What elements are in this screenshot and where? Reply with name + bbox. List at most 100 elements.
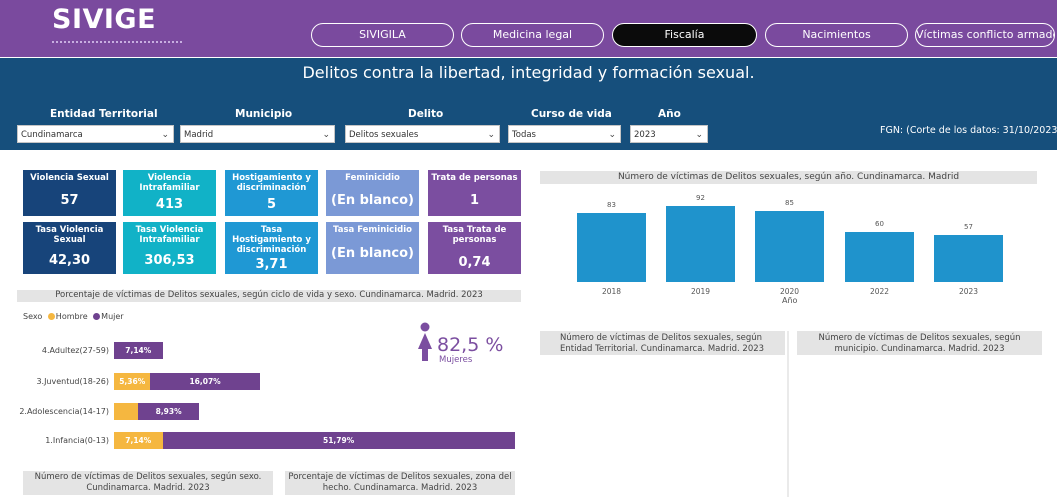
legend-hombre[interactable]: Hombre (56, 312, 88, 321)
year-category-label: 2022 (869, 287, 890, 296)
sexo-chart-title: Número de víctimas de Delitos sexuales, … (23, 471, 273, 495)
chevron-down-icon: ⌄ (487, 130, 495, 140)
year-bar-value-label: 57 (964, 222, 973, 231)
category-label: 1.Infancia(0-13) (45, 436, 109, 445)
filter-label-delito: Delito (408, 108, 444, 120)
kpi-tasa-trata-de-personas: Tasa Trata de personas 0,74 (428, 222, 521, 274)
bar-mujer[interactable]: 7,14% (114, 342, 163, 359)
logo: SIVIGE (52, 4, 157, 35)
kpi-label: Violencia Sexual (30, 173, 109, 183)
women-label: Mujeres (439, 355, 473, 365)
bar-mujer[interactable]: 16,07% (150, 373, 260, 390)
stacked-chart-title: Porcentaje de víctimas de Delitos sexual… (17, 290, 521, 302)
kpi-trata-de-personas: Trata de personas 1 (428, 170, 521, 216)
zona-chart-title: Porcentaje de víctimas de Delitos sexual… (285, 471, 515, 495)
logo-underline (52, 41, 182, 44)
kpi-label: Hostigamiento y discriminación (232, 173, 311, 193)
category-label: 2.Adolescencia(14-17) (19, 407, 109, 416)
women-percentage: 82,5 % (437, 334, 504, 356)
bar-mujer[interactable]: 8,93% (138, 403, 199, 420)
entidad-chart-title: Número de víctimas de Delitos sexuales, … (540, 331, 785, 355)
filter-label-municipio: Municipio (235, 108, 293, 120)
legend-hombre-swatch (47, 313, 55, 320)
category-label: 3.Juventud(18-26) (36, 377, 109, 386)
filter-label-entidad: Entidad Territorial (50, 108, 158, 120)
stacked-chart-legend: Sexo Hombre Mujer (23, 312, 124, 321)
kpi-tasa-violencia-intrafamiliar: Tasa Violencia Intrafamiliar 306,53 (123, 222, 216, 274)
kpi-value: 57 (60, 193, 79, 208)
year-category-label: 2019 (690, 287, 711, 296)
kpi-label: Feminicidio (345, 173, 400, 183)
year-bar-value-label: 60 (875, 220, 884, 229)
kpi-hostigamiento: Hostigamiento y discriminación 5 (225, 170, 318, 216)
kpi-label: Tasa Trata de personas (442, 225, 507, 245)
legend-mujer[interactable]: Mujer (101, 312, 123, 321)
kpi-violencia-sexual: Violencia Sexual 57 (23, 170, 116, 216)
filter-label-curso: Curso de vida (531, 108, 612, 120)
kpi-value: (En blanco) (331, 193, 414, 208)
kpi-value: 3,71 (255, 257, 288, 272)
bar-hombre[interactable] (114, 403, 139, 420)
year-chart-title: Número de víctimas de Delitos sexuales, … (540, 171, 1037, 184)
report-title: Delitos contra la libertad, integridad y… (302, 63, 755, 82)
tab-nacimientos[interactable]: Nacimientos (765, 23, 908, 47)
anio-select-value: 2023 (634, 130, 656, 140)
year-bar[interactable] (934, 234, 1003, 282)
tab-fiscalia[interactable]: Fiscalía (612, 23, 757, 47)
kpi-tasa-feminicidio: Tasa Feminicidio (En blanco) (326, 222, 419, 274)
tab-sivigila[interactable]: SIVIGILA (311, 23, 454, 47)
year-category-label: 2018 (601, 287, 622, 296)
kpi-value: 306,53 (144, 253, 195, 268)
municipio-select-value: Madrid (184, 130, 214, 140)
chevron-down-icon: ⌄ (608, 130, 616, 140)
tab-medicina-legal[interactable]: Medicina legal (461, 23, 604, 47)
year-bar[interactable] (755, 211, 824, 282)
kpi-label: Tasa Violencia Intrafamiliar (135, 225, 204, 245)
year-bar-value-label: 83 (607, 201, 616, 210)
entidad-select[interactable]: Cundinamarca ⌄ (17, 125, 174, 143)
dashboard: SIVIGE SIVIGILA Medicina legal Fiscalía … (0, 0, 1057, 497)
category-label: 4.Adultez(27-59) (41, 346, 109, 355)
year-bar[interactable] (845, 232, 914, 282)
kpi-value: 0,74 (458, 255, 491, 270)
curso-select-value: Todas (512, 130, 536, 140)
tab-victimas-conflicto-armado[interactable]: Víctimas conflicto armado (915, 23, 1055, 47)
kpi-value: 1 (469, 193, 480, 208)
top-bar: SIVIGE SIVIGILA Medicina legal Fiscalía … (0, 0, 1057, 57)
kpi-tasa-violencia-sexual: Tasa Violencia Sexual 42,30 (23, 222, 116, 274)
year-chart-x-axis-label: Año (782, 296, 798, 305)
year-bar-value-label: 85 (785, 199, 794, 208)
municipio-select[interactable]: Madrid ⌄ (180, 125, 335, 143)
chevron-down-icon: ⌄ (161, 130, 169, 140)
municipio-chart-title: Número de víctimas de Delitos sexuales, … (797, 331, 1042, 355)
kpi-label: Tasa Violencia Sexual (35, 225, 104, 245)
delito-select[interactable]: Delitos sexuales ⌄ (345, 125, 500, 143)
kpi-violencia-intrafamiliar: Violencia Intrafamiliar 413 (123, 170, 216, 216)
legend-mujer-swatch (93, 313, 101, 320)
year-bar[interactable] (577, 213, 646, 282)
kpi-feminicidio: Feminicidio (En blanco) (326, 170, 419, 216)
entidad-select-value: Cundinamarca (21, 130, 83, 140)
curso-select[interactable]: Todas ⌄ (508, 125, 621, 143)
year-bar-value-label: 92 (696, 193, 705, 202)
bar-mujer[interactable]: 51,79% (162, 432, 515, 449)
year-category-label: 2023 (958, 287, 979, 296)
bar-hombre[interactable]: 7,14% (114, 432, 163, 449)
anio-select[interactable]: 2023 ⌄ (630, 125, 708, 143)
panel-divider (787, 331, 789, 497)
kpi-label: Violencia Intrafamiliar (139, 173, 200, 193)
female-person-icon (418, 322, 432, 361)
kpi-label: Tasa Feminicidio (333, 225, 412, 235)
kpi-tasa-hostigamiento: Tasa Hostigamiento y discriminación 3,71 (225, 222, 318, 274)
filter-label-anio: Año (658, 108, 681, 120)
year-category-label: 2020 (779, 287, 800, 296)
kpi-label: Trata de personas (431, 173, 518, 183)
bar-hombre[interactable]: 5,36% (114, 373, 151, 390)
kpi-value: 42,30 (48, 253, 91, 268)
chevron-down-icon: ⌄ (322, 130, 330, 140)
year-bar[interactable] (666, 205, 735, 282)
kpi-label: Tasa Hostigamiento y discriminación (232, 225, 311, 255)
delito-select-value: Delitos sexuales (349, 130, 419, 140)
kpi-value: (En blanco) (331, 246, 414, 261)
chevron-down-icon: ⌄ (695, 130, 703, 140)
